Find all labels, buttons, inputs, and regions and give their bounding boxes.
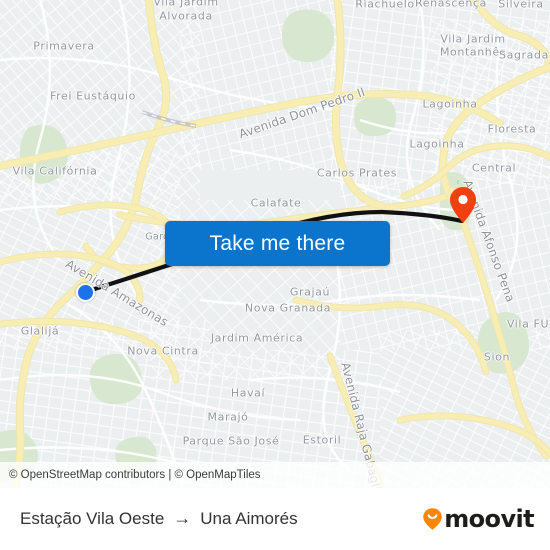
map-attribution-bar: © OpenStreetMap contributors | © OpenMap… (0, 462, 550, 488)
moovit-pin-icon (422, 507, 443, 531)
map-canvas[interactable]: Vila Jardim Alvorada Riachuelo Renascença Si… (0, 0, 550, 488)
moovit-wordmark: moovit (444, 505, 534, 533)
destination-marker[interactable] (449, 186, 477, 224)
arrow-right-icon: → (173, 508, 192, 528)
footer-bar: Estação Vila Oeste → Una Aimorés moovit (0, 488, 550, 550)
destination-name: Una Aimorés (200, 509, 298, 528)
origin-name: Estação Vila Oeste (20, 509, 165, 528)
origin-marker[interactable] (75, 282, 95, 302)
attribution-text[interactable]: © OpenStreetMap contributors | © OpenMap… (0, 469, 261, 481)
moovit-trip-map-screen: Vila Jardim Alvorada Riachuelo Renascença Si… (0, 0, 550, 550)
map-pin-icon (450, 187, 476, 223)
route-summary: Estação Vila Oeste → Una Aimorés (20, 509, 298, 529)
moovit-logo[interactable]: moovit (422, 505, 535, 533)
take-me-there-button[interactable]: Take me there (165, 221, 390, 266)
